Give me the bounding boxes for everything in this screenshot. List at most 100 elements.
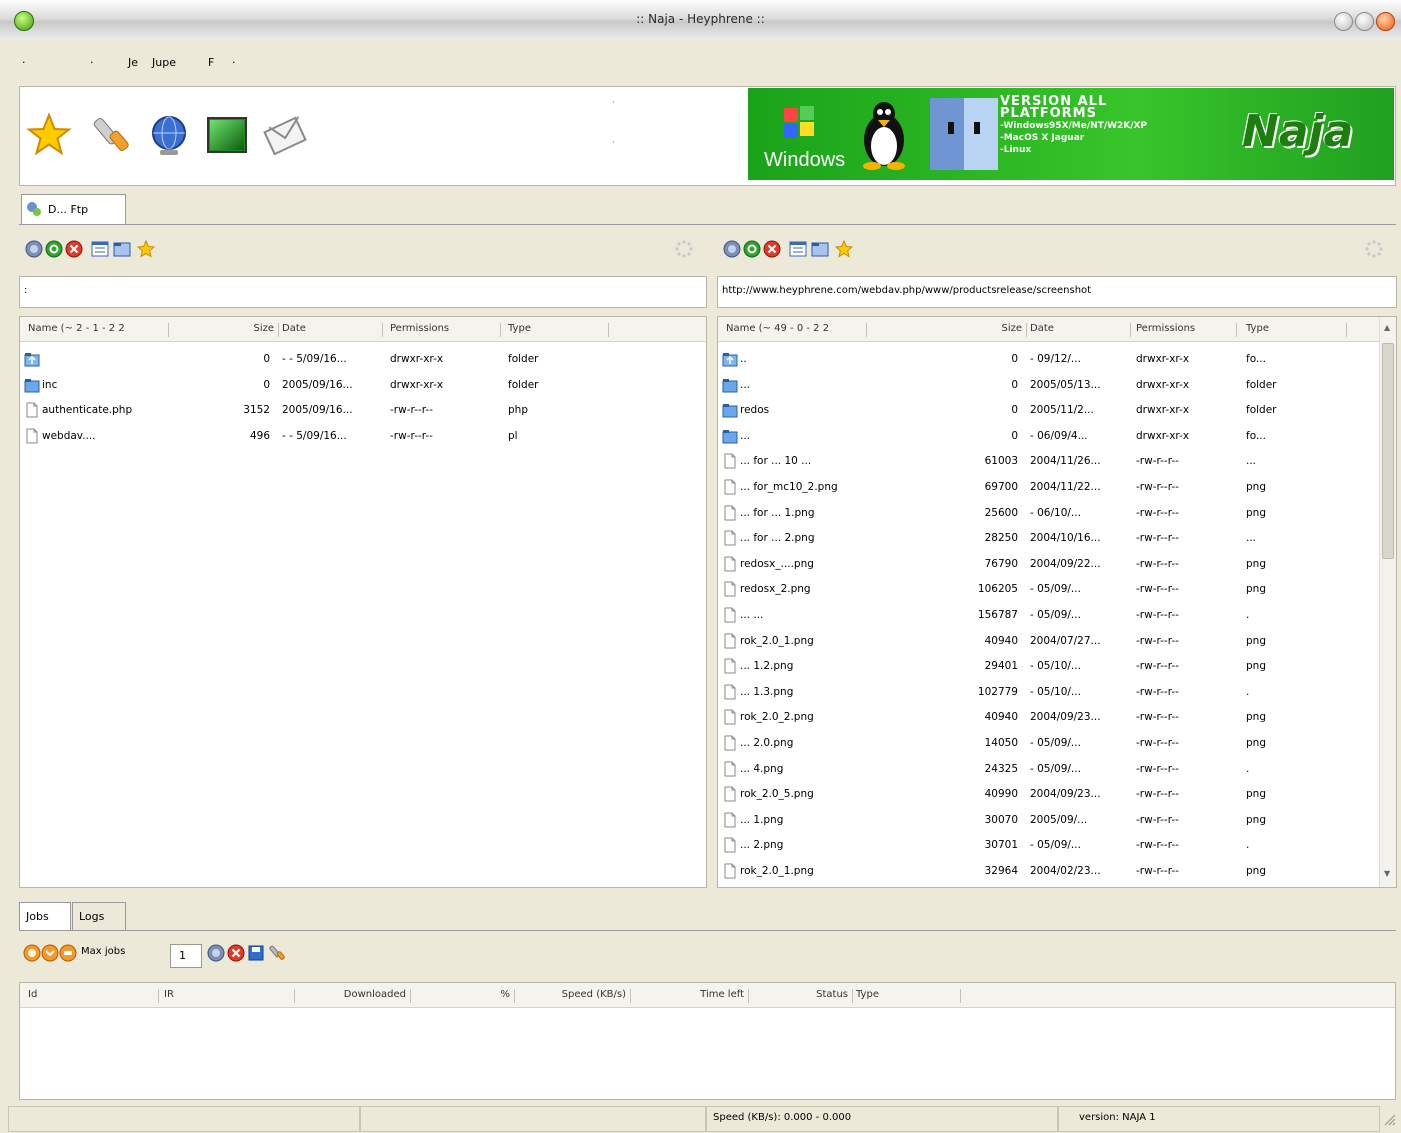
file-row[interactable]: inc 0 2005/09/16... drwxr-xr-x folder <box>20 373 706 399</box>
column-header-type[interactable]: Type <box>504 323 609 337</box>
file-type: png <box>1246 813 1266 826</box>
tab-jobs[interactable]: Jobs <box>19 902 71 931</box>
save-icon[interactable] <box>247 944 265 962</box>
file-row[interactable]: ... 4.png 24325 - 05/09/... -rw-r--r--. <box>718 757 1396 783</box>
refresh-icon[interactable] <box>45 240 63 258</box>
stop-icon[interactable] <box>763 240 781 258</box>
new-folder-icon[interactable] <box>113 240 131 258</box>
file-perm: -rw-r--r-- <box>1136 762 1179 775</box>
left-path-input[interactable]: : <box>19 276 707 308</box>
file-row[interactable]: ... 2.png 30701 - 05/09/... -rw-r--r--. <box>718 833 1396 859</box>
menu-item[interactable]: · <box>90 56 94 69</box>
close-button[interactable] <box>1376 12 1395 31</box>
file-row[interactable]: redos 0 2005/11/2... drwxr-xr-x folder <box>718 398 1396 424</box>
connect-icon[interactable] <box>723 240 741 258</box>
column-header-permissions[interactable]: Permissions <box>386 323 501 337</box>
stop-job-icon[interactable] <box>59 944 77 962</box>
resize-grip-icon[interactable] <box>1382 1112 1396 1126</box>
column-header-name[interactable]: Name (~ 2 - 1 - 2 2 <box>24 323 169 337</box>
bookmark-star-icon[interactable] <box>137 240 155 258</box>
file-row[interactable]: ... for ... 1.png 25600 - 06/10/... -rw-r--… <box>718 501 1396 527</box>
status-version: version: NAJA 1 <box>1058 1106 1380 1132</box>
column-header-time-left[interactable]: Time left <box>630 989 749 1003</box>
file-row[interactable]: rok_2.0_1.png 40940 2004/07/27... -rw-r--r-… <box>718 629 1396 655</box>
settings-wrench-icon[interactable] <box>267 944 285 962</box>
file-row[interactable]: rok_2.0_1.png 32964 2004/02/23... -rw-r--r-… <box>718 859 1396 885</box>
remove-job-icon[interactable] <box>227 944 245 962</box>
star-icon[interactable] <box>26 112 72 158</box>
start-job-icon[interactable] <box>23 944 41 962</box>
menu-item[interactable]: Je <box>128 56 138 69</box>
maximize-button[interactable] <box>1355 12 1374 31</box>
bookmark-star-icon[interactable] <box>835 240 853 258</box>
scroll-down-icon[interactable]: ▼ <box>1384 869 1390 878</box>
list-view-icon[interactable] <box>789 240 807 258</box>
file-row[interactable]: rok_2.0_2.png 40940 2004/09/23... -rw-r--r-… <box>718 705 1396 731</box>
file-icon <box>724 556 736 572</box>
menu-item[interactable]: Jupe <box>152 56 176 69</box>
terminal-icon[interactable] <box>204 112 250 158</box>
menu-item[interactable]: F <box>208 56 214 69</box>
pause-job-icon[interactable] <box>41 944 59 962</box>
max-jobs-stepper[interactable]: 1 <box>170 944 202 968</box>
right-file-list[interactable]: Name (~ 49 - 0 - 2 2 Size Date Permissio… <box>717 316 1397 888</box>
column-header-ir[interactable]: IR <box>160 989 295 1003</box>
column-header-downloaded[interactable]: Downloaded <box>298 989 411 1003</box>
file-row[interactable]: ... 2.0.png 14050 - 05/09/... -rw-r--r-- png <box>718 731 1396 757</box>
file-row[interactable]: ... for ... 10 ... 61003 2004/11/26... -rw-… <box>718 449 1396 475</box>
file-row[interactable]: rok_2.0_5.png 40990 2004/09/23... -rw-r--r-… <box>718 782 1396 808</box>
right-list-scrollbar[interactable]: ▲ ▼ <box>1379 317 1396 887</box>
menu-item[interactable]: · <box>232 56 236 69</box>
file-date: 2004/09/23... <box>1030 711 1101 724</box>
jobs-table[interactable]: Id IR Downloaded % Speed (KB/s) Time lef… <box>19 982 1396 1100</box>
column-header-permissions[interactable]: Permissions <box>1132 323 1237 337</box>
column-header-date[interactable]: Date <box>1026 323 1131 337</box>
menu-item[interactable]: · <box>22 56 26 69</box>
file-row[interactable]: ... ... 156787 - 05/09/... -rw-r--r--. <box>718 603 1396 629</box>
minimize-button[interactable] <box>1334 12 1353 31</box>
scroll-thumb[interactable] <box>1382 343 1394 559</box>
file-row[interactable]: webdav.... 496 - - 5/09/16... -rw-r--r-- pl <box>20 424 706 450</box>
tab-dual-ftp[interactable]: D... Ftp <box>21 194 126 225</box>
globe-icon[interactable] <box>146 112 192 158</box>
wrench-icon[interactable] <box>86 112 132 158</box>
column-header-type[interactable]: Type <box>1242 323 1347 337</box>
mail-icon[interactable] <box>262 112 308 158</box>
advertising-banner[interactable]: Windows VERSION ALL PLATFORMS -Windows95… <box>748 88 1394 180</box>
scroll-up-icon[interactable]: ▲ <box>1384 323 1390 332</box>
column-header-name[interactable]: Name (~ 49 - 0 - 2 2 <box>722 323 867 337</box>
column-header-status[interactable]: Status <box>748 989 853 1003</box>
column-header-speed[interactable]: Speed (KB/s) <box>514 989 631 1003</box>
left-list-header: Name (~ 2 - 1 - 2 2 Size Date Permission… <box>20 317 706 342</box>
file-name: .. <box>740 353 747 365</box>
file-row[interactable]: authenticate.php 3152 2005/09/16... -rw-r--… <box>20 398 706 424</box>
refresh-icon[interactable] <box>743 240 761 258</box>
column-header-size[interactable]: Size <box>170 323 279 337</box>
column-header-date[interactable]: Date <box>278 323 383 337</box>
file-row[interactable]: ... 0 2005/05/13... drwxr-xr-x folder <box>718 373 1396 399</box>
tab-logs[interactable]: Logs <box>72 902 126 931</box>
file-row[interactable]: ... 1.2.png 29401 - 05/10/... -rw-r--r-- png <box>718 654 1396 680</box>
file-row[interactable]: ... for_mc10_2.png 69700 2004/11/22... -rw-… <box>718 475 1396 501</box>
banner-line: -Windows95X/Me/NT/W2K/XP <box>1000 121 1148 131</box>
list-view-icon[interactable] <box>91 240 109 258</box>
file-row[interactable]: .. 0 - 09/12/... drwxr-xr-x fo... <box>718 347 1396 373</box>
file-row[interactable]: redosx_2.png 106205 - 05/09/... -rw-r--r-- p… <box>718 577 1396 603</box>
file-row[interactable]: ... for ... 2.png 28250 2004/10/16... -rw-r… <box>718 526 1396 552</box>
file-size: 30070 <box>984 813 1018 826</box>
file-row[interactable]: ... 1.3.png 102779 - 05/10/... -rw-r--r--. <box>718 680 1396 706</box>
left-file-list[interactable]: Name (~ 2 - 1 - 2 2 Size Date Permission… <box>19 316 707 888</box>
right-path-input[interactable]: http://www.heyphrene.com/webdav.php/www/… <box>717 276 1397 308</box>
column-header-size[interactable]: Size <box>868 323 1027 337</box>
file-row[interactable]: 0 - - 5/09/16... drwxr-xr-x folder <box>20 347 706 373</box>
connect-icon[interactable] <box>25 240 43 258</box>
new-folder-icon[interactable] <box>811 240 829 258</box>
file-row[interactable]: redosx_....png 76790 2004/09/22... -rw-r--r… <box>718 552 1396 578</box>
column-header-type[interactable]: Type <box>852 989 961 1003</box>
stop-icon[interactable] <box>65 240 83 258</box>
column-header-percent[interactable]: % <box>410 989 515 1003</box>
column-header-id[interactable]: Id <box>24 989 159 1003</box>
connect-icon[interactable] <box>207 944 225 962</box>
file-row[interactable]: ... 0 - 06/09/4... drwxr-xr-x fo... <box>718 424 1396 450</box>
file-row[interactable]: ... 1.png 30070 2005/09/... -rw-r--r-- png <box>718 808 1396 834</box>
